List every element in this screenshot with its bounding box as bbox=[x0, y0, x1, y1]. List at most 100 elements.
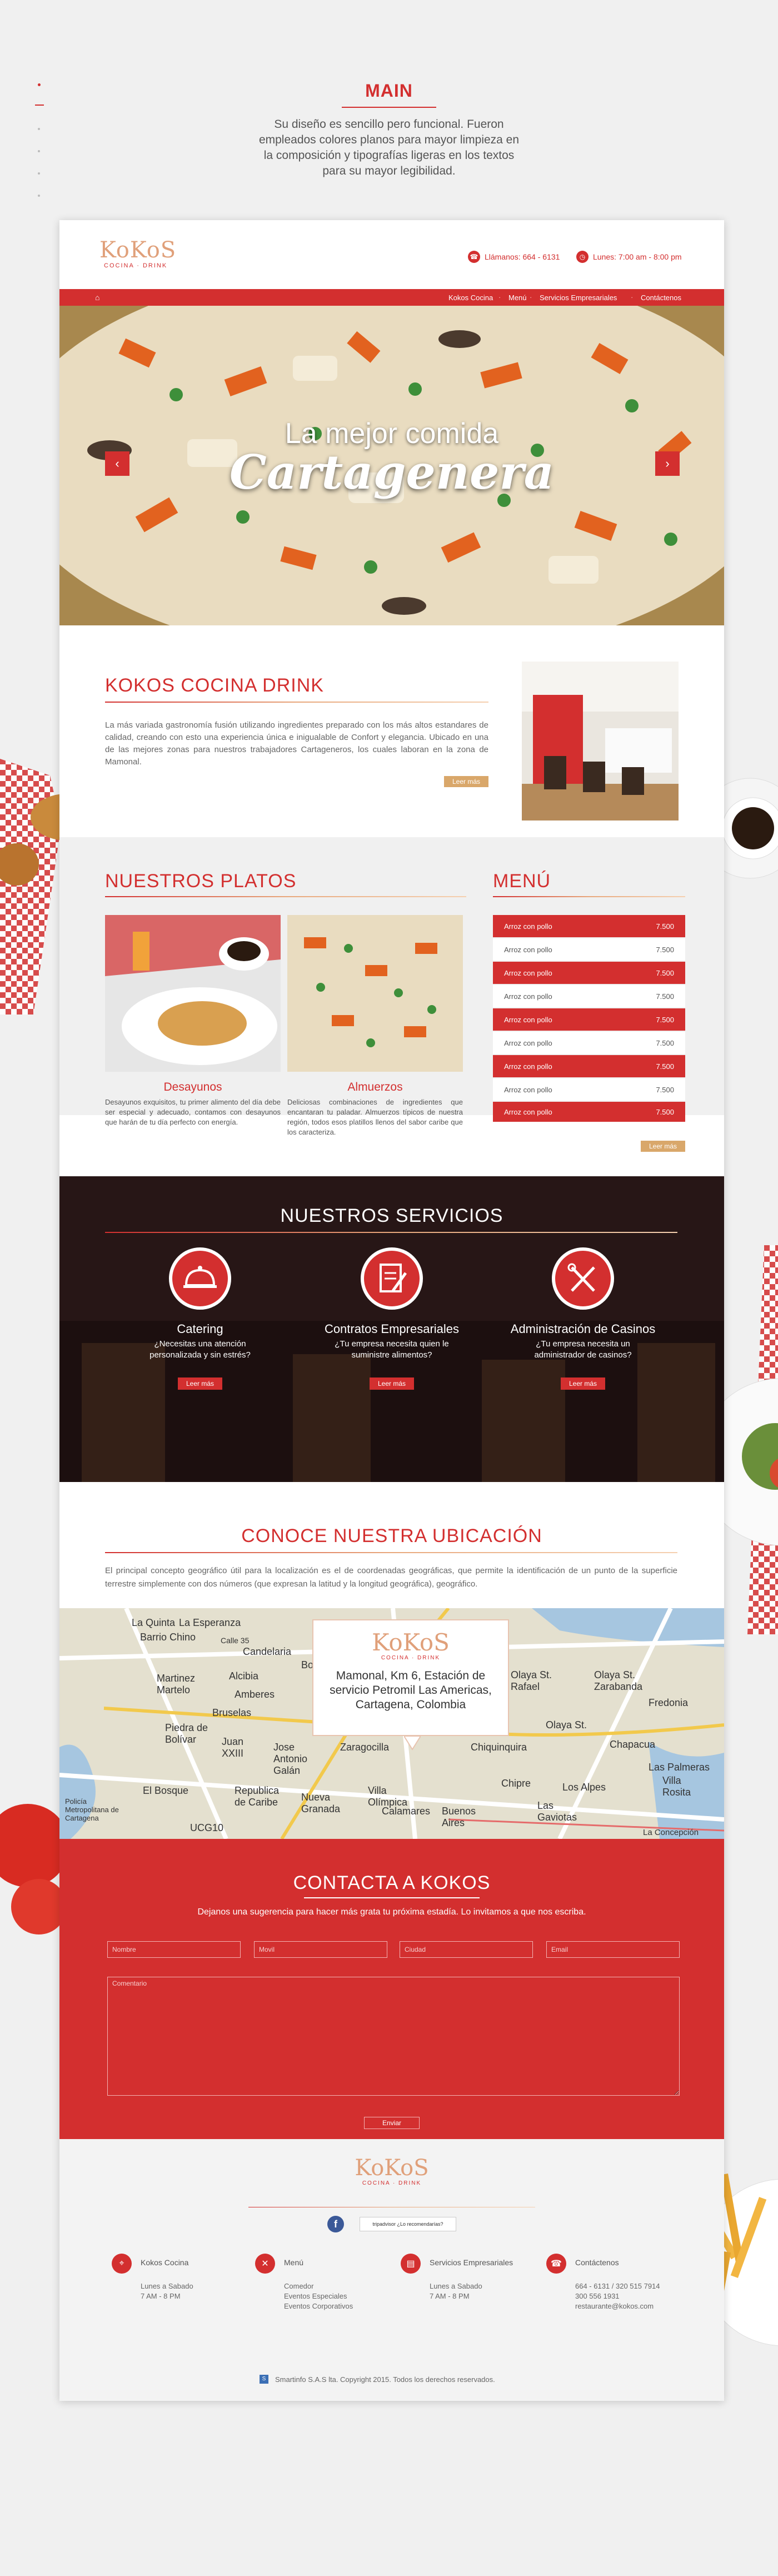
header-hours: ◷ Lunes: 7:00 am - 8:00 pm bbox=[576, 251, 682, 263]
hero-slider: La mejor comida Cartagenera ‹ › bbox=[59, 306, 724, 625]
slider-prev-button[interactable]: ‹ bbox=[105, 451, 129, 476]
menu-row[interactable]: Arroz con pollo 7.500 bbox=[493, 1055, 685, 1077]
footer-col-title[interactable]: Kokos Cocina bbox=[141, 2258, 188, 2267]
services-title: NUESTROS SERVICIOS bbox=[280, 1205, 503, 1226]
contact-title: CONTACTA A KOKOS bbox=[293, 1872, 491, 1893]
site-logo[interactable]: KoKoS COCINA · DRINK bbox=[99, 238, 177, 277]
map-label: Las Gaviotas bbox=[537, 1800, 577, 1823]
submit-button[interactable]: Enviar bbox=[364, 2117, 420, 2129]
casinos-read-more-button[interactable]: Leer más bbox=[561, 1377, 605, 1390]
city-field[interactable] bbox=[400, 1941, 533, 1958]
clock-icon: ◷ bbox=[576, 251, 589, 263]
map-label: La Concepción bbox=[643, 1828, 699, 1837]
footer-col-line: Lunes a Sabado bbox=[430, 2282, 482, 2290]
tripadvisor-badge[interactable]: tripadvisor ¿Lo recomendarías? bbox=[360, 2217, 456, 2231]
map-label: Olaya St. bbox=[546, 1719, 587, 1730]
map-label: Martinez Martelo bbox=[157, 1673, 196, 1695]
side-dot bbox=[38, 83, 41, 86]
nav-item-menu[interactable]: Menú bbox=[508, 294, 527, 302]
map-card-address: Mamonal, Km 6, Estación de servicio Petr… bbox=[330, 1669, 492, 1711]
mobile-field[interactable] bbox=[254, 1941, 387, 1958]
contracts-read-more-button[interactable]: Leer más bbox=[370, 1377, 414, 1390]
smartinfo-logo-icon: S bbox=[260, 2375, 268, 2384]
menu-row[interactable]: Arroz con pollo 7.500 bbox=[493, 1008, 685, 1031]
map-label: Los Alpes bbox=[562, 1782, 606, 1793]
map-label: La Esperanza bbox=[179, 1617, 241, 1628]
presentation-title: MAIN bbox=[365, 81, 413, 101]
map-location-card: KoKoS COCINA · DRINK Mamonal, Km 6, Esta… bbox=[312, 1619, 509, 1736]
website-mockup: KoKoS COCINA · DRINK ☎ Llámanos: 664 - 6… bbox=[59, 220, 724, 2401]
menu-icon: ✕ bbox=[255, 2254, 275, 2274]
map-label: Amberes bbox=[235, 1689, 275, 1700]
dishes-title: NUESTROS PLATOS bbox=[105, 871, 297, 892]
menu-row[interactable]: Arroz con pollo 7.500 bbox=[493, 915, 685, 937]
lunch-image bbox=[287, 915, 463, 1072]
menu-row[interactable]: Arroz con pollo 7.500 bbox=[493, 1032, 685, 1054]
section-underline bbox=[105, 1552, 677, 1553]
catering-read-more-button[interactable]: Leer más bbox=[178, 1377, 222, 1390]
service-text-contracts: ¿Tu empresa necesita quien le suministre… bbox=[335, 1339, 449, 1360]
footer-col-title[interactable]: Menú bbox=[284, 2258, 303, 2267]
footer-col-line: 300 556 1931 bbox=[575, 2292, 620, 2300]
map-pin-icon bbox=[404, 1736, 421, 1751]
map-label: Calle 35 bbox=[221, 1636, 250, 1645]
document-icon: ▤ bbox=[401, 2254, 421, 2274]
logo-subtitle: COCINA · DRINK bbox=[104, 262, 168, 269]
section-underline bbox=[105, 896, 466, 897]
menu-row[interactable]: Arroz con pollo 7.500 bbox=[493, 1102, 685, 1122]
slider-next-button[interactable]: › bbox=[655, 451, 680, 476]
comment-field[interactable] bbox=[107, 1977, 680, 2096]
menu-read-more-button[interactable]: Leer más bbox=[641, 1141, 685, 1152]
footer-logo-sub: COCINA · DRINK bbox=[362, 2180, 422, 2186]
section-underline bbox=[304, 1897, 480, 1898]
footer-logo[interactable]: KoKoS COCINA · DRINK bbox=[59, 2156, 724, 2186]
section-underline bbox=[105, 702, 488, 703]
main-navbar: ⌂ Kokos Cocina · Menú · Servicios Empres… bbox=[59, 289, 724, 306]
name-field[interactable] bbox=[107, 1941, 241, 1958]
about-read-more-button[interactable]: Leer más bbox=[444, 776, 488, 787]
facebook-icon[interactable]: f bbox=[327, 2216, 344, 2232]
cloche-icon bbox=[183, 1266, 217, 1288]
side-dot bbox=[38, 150, 40, 152]
menu-row[interactable]: Arroz con pollo 7.500 bbox=[493, 985, 685, 1007]
dish-title-lunch: Almuerzos bbox=[347, 1081, 403, 1093]
service-title-contracts: Contratos Empresariales bbox=[324, 1322, 460, 1336]
contact-section: CONTACTA A KOKOS Dejanos una sugerencia … bbox=[59, 1839, 724, 2139]
service-title-catering: Catering bbox=[177, 1322, 223, 1336]
menu-row[interactable]: Arroz con pollo 7.500 bbox=[493, 962, 685, 984]
nav-item-contactenos[interactable]: Contáctenos bbox=[641, 294, 681, 302]
home-icon[interactable]: ⌂ bbox=[95, 293, 104, 302]
email-field[interactable] bbox=[546, 1941, 680, 1958]
nav-item-kokos-cocina[interactable]: Kokos Cocina bbox=[448, 294, 493, 302]
presentation-description: Su diseño es sencillo pero funcional. Fu… bbox=[258, 118, 520, 177]
services-section: NUESTROS SERVICIOS Catering ¿Necesitas u… bbox=[59, 1176, 724, 1482]
casino-admin-service-icon bbox=[552, 1247, 614, 1310]
footer-col-line[interactable]: Comedor bbox=[284, 2281, 313, 2291]
menu-item-price: 7.500 bbox=[656, 922, 674, 931]
phone-icon: ☎ bbox=[468, 251, 480, 263]
map-label: Republica de Caribe bbox=[235, 1785, 280, 1808]
catering-service-icon bbox=[169, 1247, 231, 1310]
footer-col-line[interactable]: restaurante@kokos.com bbox=[575, 2301, 654, 2311]
copyright-text: Smartinfo S.A.S lta. Copyright 2015. Tod… bbox=[275, 2375, 495, 2384]
footer-logo-text: KoKoS bbox=[355, 2155, 429, 2181]
nav-separator: · bbox=[530, 293, 532, 301]
menu-item-price: 7.500 bbox=[656, 945, 674, 954]
footer-col-line[interactable]: Eventos Corporativos bbox=[284, 2301, 353, 2311]
map-label: Piedra de Bolívar bbox=[165, 1722, 208, 1745]
footer-col-title[interactable]: Servicios Empresariales bbox=[430, 2258, 513, 2267]
nav-item-servicios[interactable]: Servicios Empresariales bbox=[540, 294, 617, 302]
footer-col-line[interactable]: Eventos Especiales bbox=[284, 2291, 347, 2301]
footer-col-title[interactable]: Contáctenos bbox=[575, 2258, 619, 2267]
location-map[interactable]: La Quinta La Esperanza Barrio Chino Call… bbox=[59, 1608, 724, 1839]
menu-row[interactable]: Arroz con pollo 7.500 bbox=[493, 1078, 685, 1101]
footer-col-line: 7 AM - 8 PM bbox=[430, 2292, 470, 2300]
menu-row[interactable]: Arroz con pollo 7.500 bbox=[493, 938, 685, 961]
section-underline bbox=[493, 896, 685, 897]
map-label: Olaya St. Zarabanda bbox=[594, 1669, 643, 1692]
header-phone-text: Llámanos: 664 - 6131 bbox=[485, 252, 560, 261]
map-label: Villa Olímpica bbox=[368, 1785, 408, 1808]
map-label: La Quinta bbox=[132, 1617, 176, 1628]
logo-text: KoKoS bbox=[99, 237, 177, 263]
contact-description: Dejanos una sugerencia para hacer más gr… bbox=[197, 1907, 586, 1917]
